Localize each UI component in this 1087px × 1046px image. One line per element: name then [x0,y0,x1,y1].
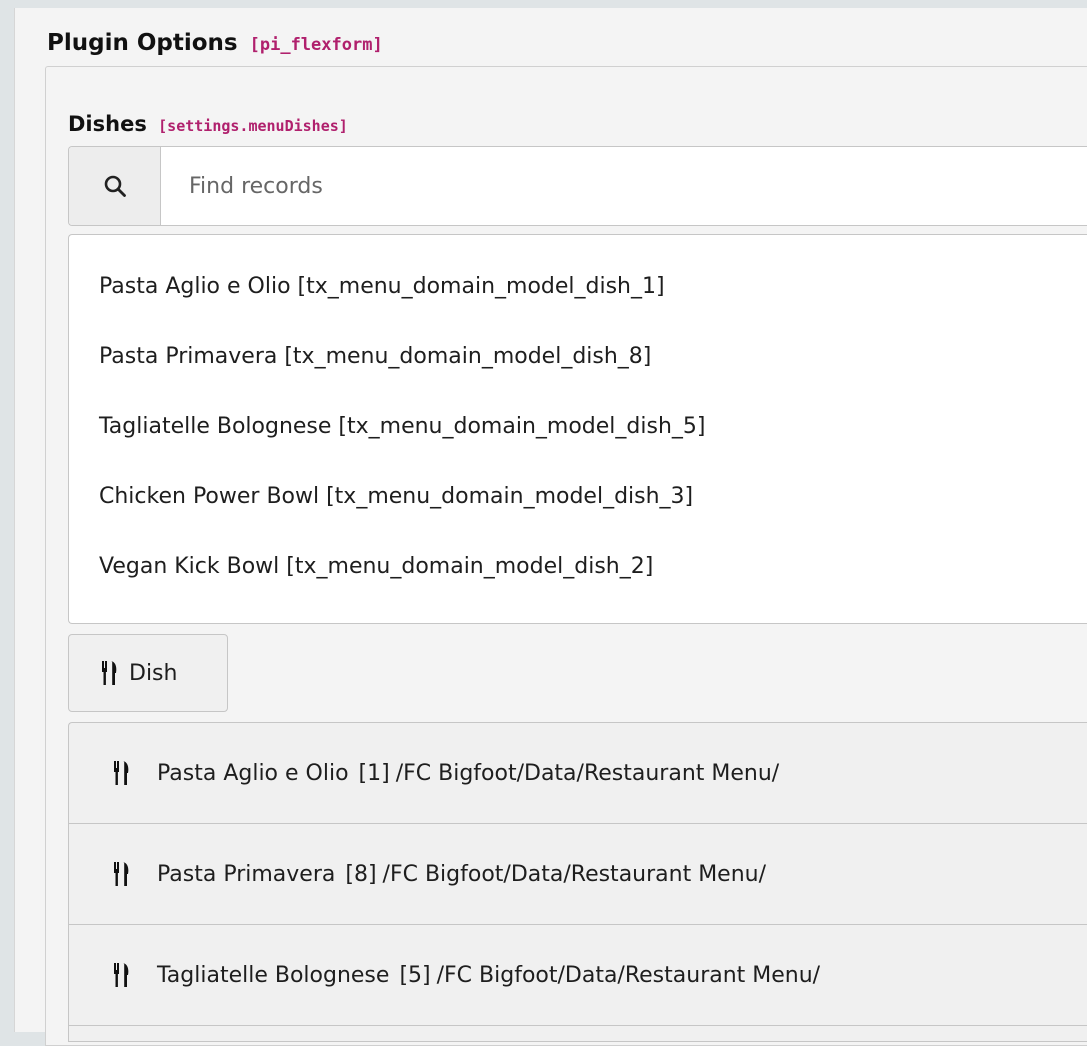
search-result-item[interactable]: Tagliatelle Bolognese [tx_menu_domain_mo… [69,391,1087,461]
record-path: /FC Bigfoot/Data/Restaurant Menu/ [382,861,767,887]
selected-records-list: Pasta Aglio e Olio [1] /FC Bigfoot/Data/… [68,722,1087,1042]
search-result-item[interactable]: Chicken Power Bowl [tx_menu_domain_model… [69,461,1087,531]
record-name: Tagliatelle Bolognese [157,962,390,988]
record-path: /FC Bigfoot/Data/Restaurant Menu/ [395,760,780,786]
record-uid: [5] [399,962,431,988]
cutlery-icon [113,962,131,988]
search-result-item[interactable]: Vegan Kick Bowl [tx_menu_domain_model_di… [69,531,1087,601]
add-dish-label: Dish [129,660,178,686]
section-title-label: Plugin Options [47,30,238,56]
search-result-item[interactable]: Pasta Primavera [tx_menu_domain_model_di… [69,321,1087,391]
add-dish-button[interactable]: Dish [68,634,228,712]
section-title-tag: [pi_flexform] [249,35,383,55]
record-search [68,146,1087,226]
field-title-label: Dishes [68,112,147,136]
field-title-tag: [settings.menuDishes] [158,117,348,135]
search-input[interactable] [161,147,1087,225]
record-uid: [1] [358,760,390,786]
search-results-list: Pasta Aglio e Olio [tx_menu_domain_model… [68,234,1087,624]
record-name: Pasta Aglio e Olio [157,760,349,786]
record-path: /FC Bigfoot/Data/Restaurant Menu/ [436,962,821,988]
cutlery-icon [113,861,131,887]
cutlery-icon [113,760,131,786]
cutlery-icon [101,660,119,686]
section-title: Plugin Options [pi_flexform] [47,30,383,56]
selected-record-item[interactable]: Tagliatelle Bolognese [5] /FC Bigfoot/Da… [69,925,1087,1026]
selected-record-item[interactable]: Pasta Primavera [8] /FC Bigfoot/Data/Res… [69,824,1087,925]
search-icon[interactable] [69,147,161,225]
record-name: Pasta Primavera [157,861,336,887]
field-title: Dishes [settings.menuDishes] [68,112,348,136]
selected-record-item[interactable]: Pasta Aglio e Olio [1] /FC Bigfoot/Data/… [69,723,1087,824]
record-uid: [8] [345,861,377,887]
search-result-item[interactable]: Pasta Aglio e Olio [tx_menu_domain_model… [69,251,1087,321]
